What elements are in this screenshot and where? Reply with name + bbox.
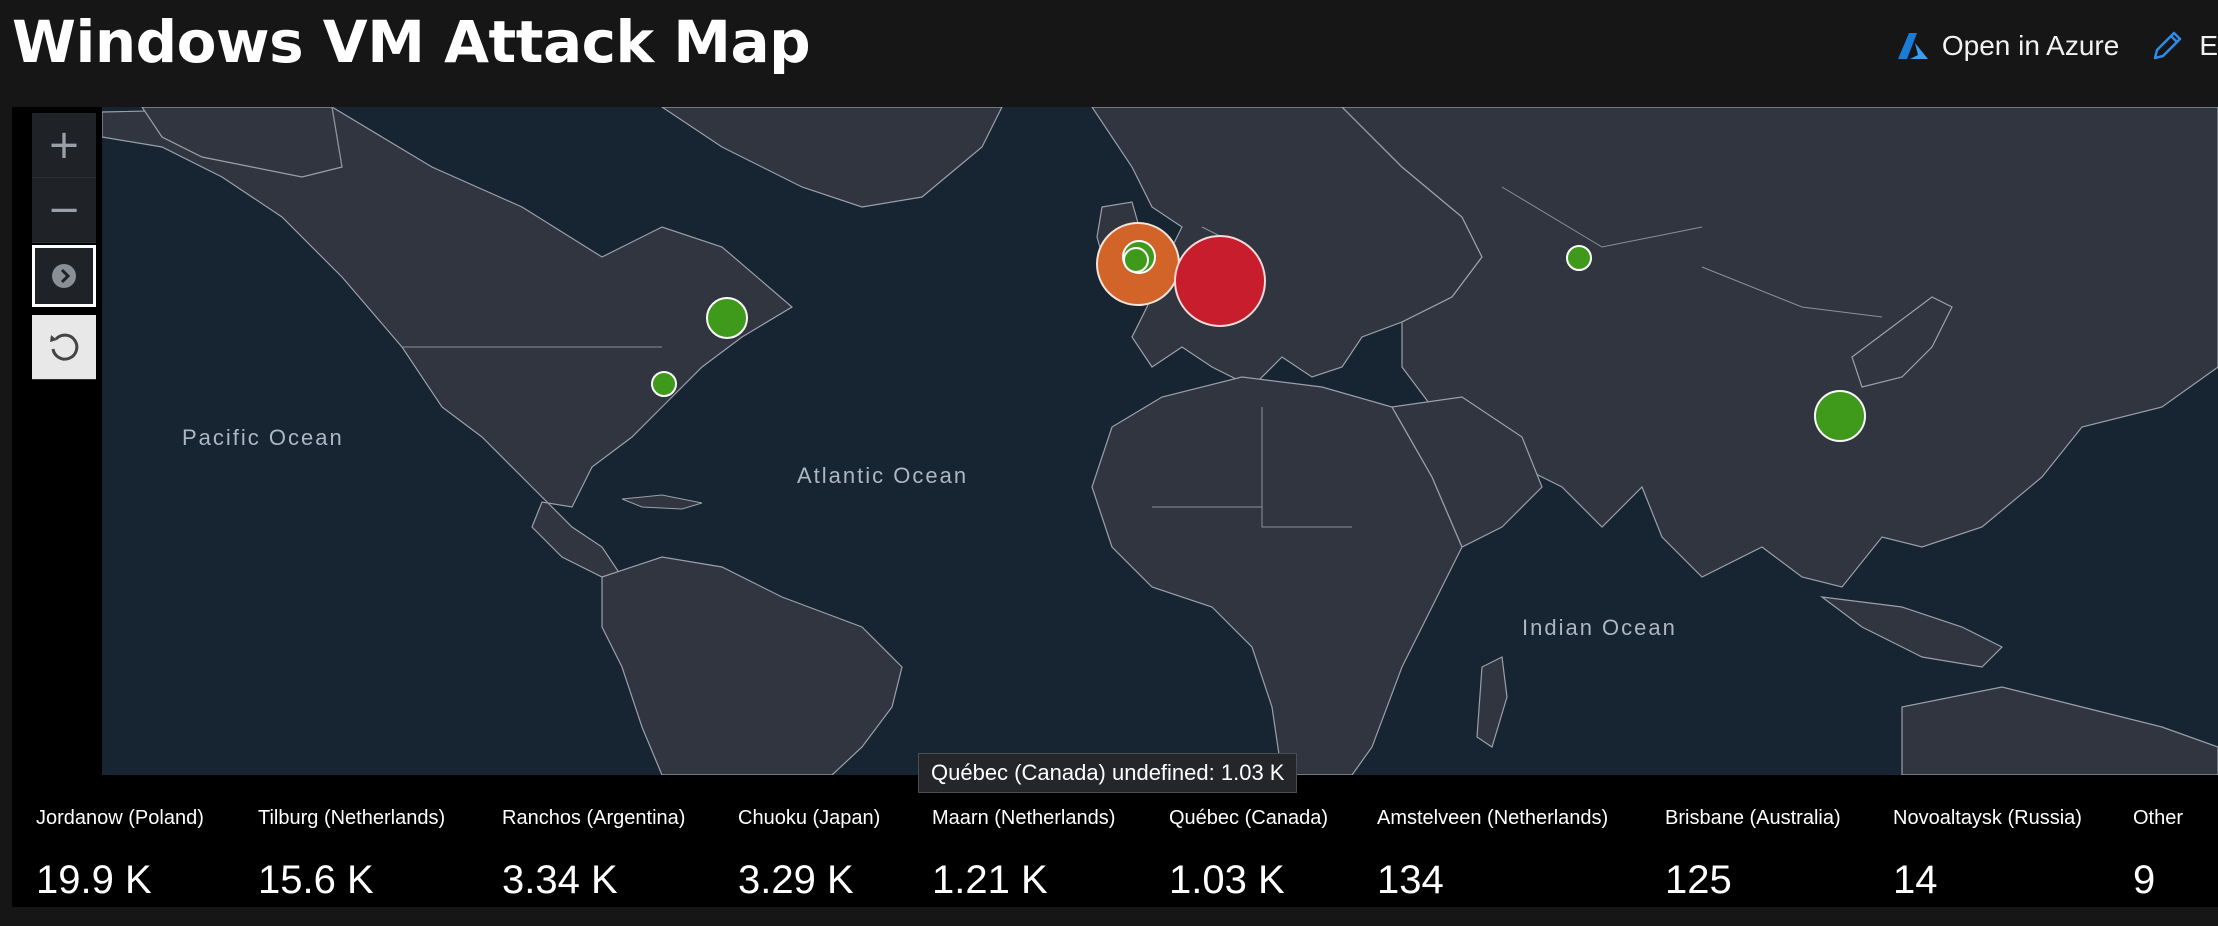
indian-ocean-label: Indian Ocean [1522, 615, 1677, 640]
edit-label: E [2199, 30, 2218, 61]
reset-rotation-icon [50, 333, 79, 361]
pacific-ocean-label: Pacific Ocean [182, 425, 344, 450]
legend-item[interactable]: Chuoku (Japan) 3.29 K [738, 795, 880, 903]
land-south-america [601, 556, 903, 775]
attack-legend: Jordanow (Poland) 19.9 K Tilburg (Nether… [12, 795, 2218, 907]
attack-bubble-chuoku[interactable] [1814, 390, 1866, 442]
map-controls: + − [32, 113, 96, 380]
legend-item-name: Tilburg (Netherlands) [258, 807, 446, 829]
azure-logo-icon [1897, 33, 1928, 59]
map-style-icon [52, 264, 76, 288]
map-canvas [102, 107, 2218, 775]
open-in-azure-label: Open in Azure [1941, 30, 2120, 61]
edit-button[interactable]: E [2119, 28, 2218, 64]
legend-item-name: Jordanow (Poland) [36, 807, 204, 829]
map-style-button[interactable] [32, 245, 96, 307]
legend-item-value: 125 [1665, 858, 1732, 902]
land-greenland [660, 107, 1003, 208]
legend-item-name: Québec (Canada) [1169, 807, 1328, 829]
land-africa [1091, 376, 1463, 775]
attack-map-panel: Pacific Ocean Atlantic Ocean Indian Ocea… [12, 107, 2218, 907]
legend-item-value: 19.9 K [36, 858, 152, 902]
legend-item-value: 134 [1377, 858, 1444, 902]
legend-item-name: Chuoku (Japan) [738, 807, 881, 829]
legend-item-name: Ranchos (Argentina) [502, 807, 686, 829]
land-indonesia [1819, 596, 2004, 668]
legend-item[interactable]: Novoaltaysk (Russia) 14 [1893, 795, 2082, 903]
legend-item-value: 15.6 K [258, 858, 374, 902]
page-title: Windows VM Attack Map [12, 8, 811, 76]
legend-item[interactable]: Other 9 [2133, 795, 2183, 903]
legend-item-value: 1.03 K [1169, 858, 1285, 902]
reset-rotation-button[interactable] [32, 315, 96, 380]
attack-bubble-quebec[interactable] [706, 297, 748, 339]
world-map[interactable]: Pacific Ocean Atlantic Ocean Indian Ocea… [102, 107, 2218, 775]
pencil-icon [2154, 31, 2182, 60]
attack-bubble-jordanow[interactable] [1174, 235, 1266, 327]
legend-item[interactable]: Québec (Canada) 1.03 K [1169, 795, 1328, 903]
legend-item[interactable]: Jordanow (Poland) 19.9 K [36, 795, 204, 903]
legend-item-value: 3.29 K [738, 858, 854, 902]
legend-item-name: Amstelveen (Netherlands) [1377, 807, 1609, 829]
land-australia [1901, 686, 2218, 775]
attack-bubble-us-east[interactable] [651, 371, 677, 397]
legend-item-value: 3.34 K [502, 858, 618, 902]
attack-bubble-novoaltaysk[interactable] [1566, 245, 1592, 271]
land-madagascar [1476, 656, 1508, 748]
legend-item-name: Brisbane (Australia) [1665, 807, 1841, 829]
legend-item[interactable]: Brisbane (Australia) 125 [1665, 795, 1841, 903]
atlantic-ocean-label: Atlantic Ocean [797, 463, 969, 488]
legend-item-name: Maarn (Netherlands) [932, 807, 1116, 829]
attack-bubble-maarn[interactable] [1123, 247, 1149, 273]
legend-item[interactable]: Maarn (Netherlands) 1.21 K [932, 795, 1115, 903]
legend-item-value: 14 [1893, 858, 1938, 902]
land-cuba [621, 494, 703, 510]
legend-item[interactable]: Amstelveen (Netherlands) 134 [1377, 795, 1608, 903]
map-tooltip: Québec (Canada) undefined: 1.03 K [918, 753, 1298, 793]
legend-item[interactable]: Tilburg (Netherlands) 15.6 K [258, 795, 445, 903]
legend-item-name: Novoaltaysk (Russia) [1893, 807, 2082, 829]
open-in-azure-button[interactable]: Open in Azure [1896, 29, 2119, 63]
legend-item-name: Other [2133, 807, 2184, 829]
legend-item-value: 1.21 K [932, 858, 1048, 902]
zoom-out-button[interactable]: − [32, 178, 96, 243]
legend-item[interactable]: Ranchos (Argentina) 3.34 K [502, 795, 685, 903]
zoom-in-button[interactable]: + [32, 113, 96, 178]
legend-item-value: 9 [2133, 858, 2156, 902]
header-actions: Open in Azure E [1896, 24, 2218, 68]
